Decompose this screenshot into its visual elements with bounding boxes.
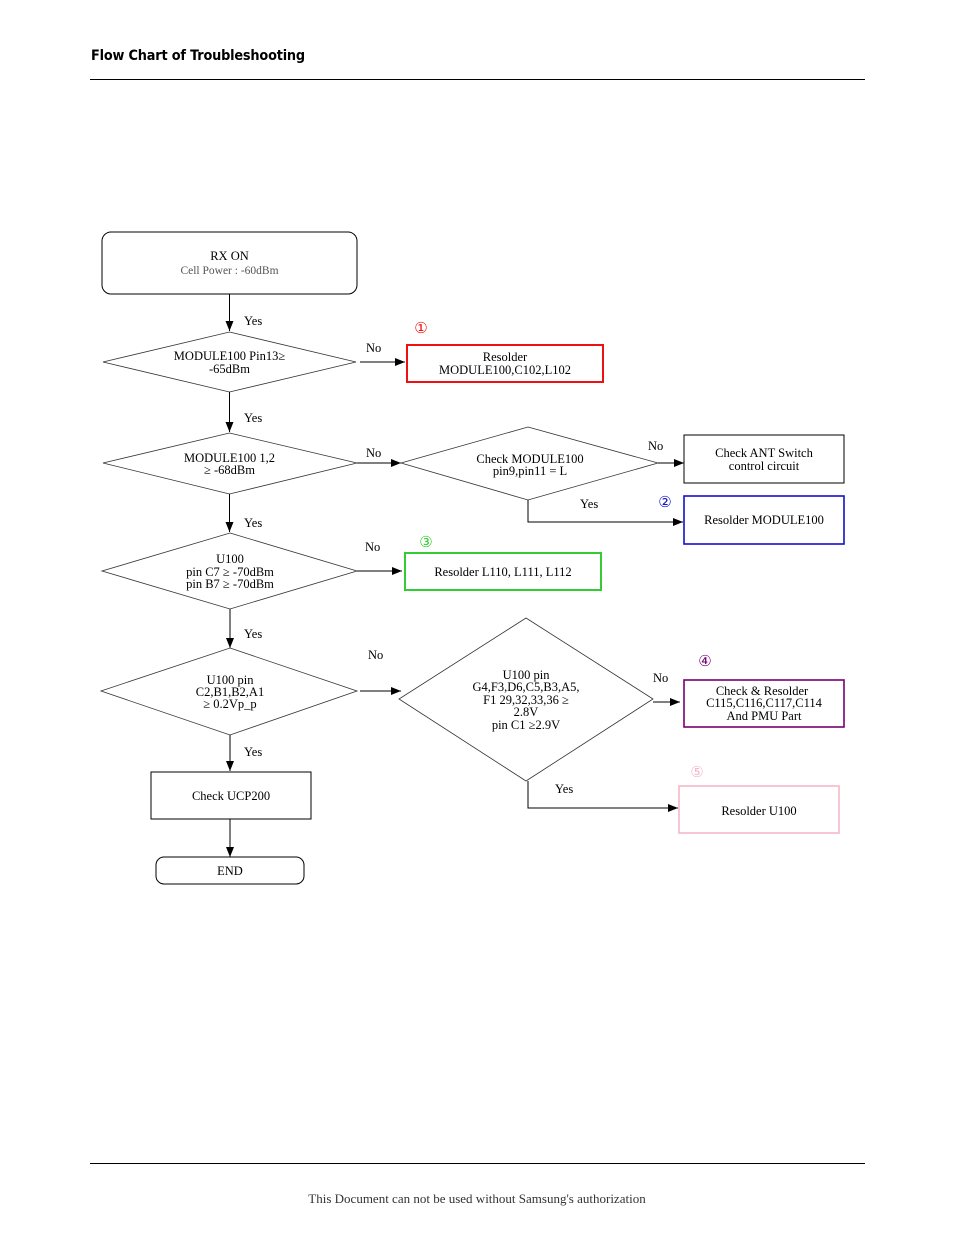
decision4-line3: ≥ 0.2Vp_p bbox=[203, 697, 256, 711]
decision2b-line2: pin9,pin11 = L bbox=[493, 464, 567, 478]
action2-node: Resolder MODULE100 bbox=[683, 495, 845, 545]
action3-node: Resolder L110, L111, L112 bbox=[404, 552, 602, 591]
step-marker-3: ③ bbox=[419, 533, 432, 551]
action-ant-line2: control circuit bbox=[729, 459, 800, 473]
action2-line1: Resolder MODULE100 bbox=[704, 513, 824, 527]
footer-text: This Document can not be used without Sa… bbox=[308, 1191, 646, 1206]
check-ucp200-node: Check UCP200 bbox=[150, 771, 312, 820]
action-ant-line1: Check ANT Switch bbox=[715, 446, 813, 460]
label-no-1: No bbox=[366, 341, 381, 355]
troubleshooting-flowchart: RX ON Cell Power : -60dBm Yes MODULE100 … bbox=[99, 231, 845, 885]
decision2-line2: ≥ -68dBm bbox=[204, 463, 255, 477]
decision4b-line4: 2.8V bbox=[514, 705, 539, 719]
label-yes-5: Yes bbox=[244, 627, 262, 641]
action1-line2: MODULE100,C102,L102 bbox=[439, 363, 571, 377]
arrow-decision4b-yes bbox=[527, 781, 678, 812]
end-node: END bbox=[155, 856, 305, 885]
footer-rule bbox=[90, 1163, 865, 1164]
end-label: END bbox=[217, 864, 243, 878]
label-no-2: No bbox=[366, 446, 381, 460]
decision2-node: MODULE100 1,2 ≥ -68dBm bbox=[102, 432, 358, 495]
action1-node: Resolder MODULE100,C102,L102 bbox=[406, 344, 604, 383]
label-yes-3: Yes bbox=[580, 497, 598, 511]
decision3-line1: U100 bbox=[216, 552, 244, 566]
action5-node: Resolder U100 bbox=[678, 785, 840, 834]
decision4-node: U100 pin C2,B1,B2,A1 ≥ 0.2Vp_p bbox=[99, 647, 359, 736]
action1-line1: Resolder bbox=[483, 350, 528, 364]
action3-line1: Resolder L110, L111, L112 bbox=[434, 565, 571, 579]
action4-node: Check & Resolder C115,C116,C117,C114 And… bbox=[683, 679, 845, 728]
decision4b-line5: pin C1 ≥2.9V bbox=[492, 718, 560, 732]
decision2b-node: Check MODULE100 pin9,pin11 = L bbox=[399, 426, 660, 501]
action4-line3: And PMU Part bbox=[726, 709, 802, 723]
decision3-node: U100 pin C7 ≥ -70dBm pin B7 ≥ -70dBm bbox=[100, 532, 359, 610]
action-ant-switch-node: Check ANT Switch control circuit bbox=[683, 434, 845, 484]
label-no-3: No bbox=[648, 439, 663, 453]
decision1-node: MODULE100 Pin13≥ -65dBm bbox=[102, 331, 357, 393]
action4-line2: C115,C116,C117,C114 bbox=[706, 696, 823, 710]
step-marker-4: ④ bbox=[698, 652, 711, 670]
label-no-5: No bbox=[368, 648, 383, 662]
step-marker-2: ② bbox=[658, 493, 671, 511]
step-marker-5: ⑤ bbox=[690, 763, 703, 781]
check-ucp200-label: Check UCP200 bbox=[192, 789, 270, 803]
label-yes-4: Yes bbox=[244, 516, 262, 530]
label-no-6: No bbox=[653, 671, 668, 685]
start-node: RX ON Cell Power : -60dBm bbox=[101, 231, 358, 295]
label-no-4: No bbox=[365, 540, 380, 554]
label-yes-2: Yes bbox=[244, 411, 262, 425]
step-marker-1: ① bbox=[414, 319, 427, 337]
action5-line1: Resolder U100 bbox=[721, 804, 796, 818]
start-title: RX ON bbox=[210, 249, 249, 263]
decision1-line2: -65dBm bbox=[209, 362, 250, 376]
label-yes-1: Yes bbox=[244, 314, 262, 328]
decision1-line1: MODULE100 Pin13≥ bbox=[174, 349, 286, 363]
label-yes-7: Yes bbox=[244, 745, 262, 759]
decision4b-line2: G4,F3,D6,C5,B3,A5, bbox=[473, 680, 580, 694]
decision4b-node: U100 pin G4,F3,D6,C5,B3,A5, F1 29,32,33,… bbox=[398, 617, 654, 782]
start-subtitle: Cell Power : -60dBm bbox=[180, 265, 278, 277]
label-yes-6: Yes bbox=[555, 782, 573, 796]
decision3-line3: pin B7 ≥ -70dBm bbox=[186, 577, 274, 591]
